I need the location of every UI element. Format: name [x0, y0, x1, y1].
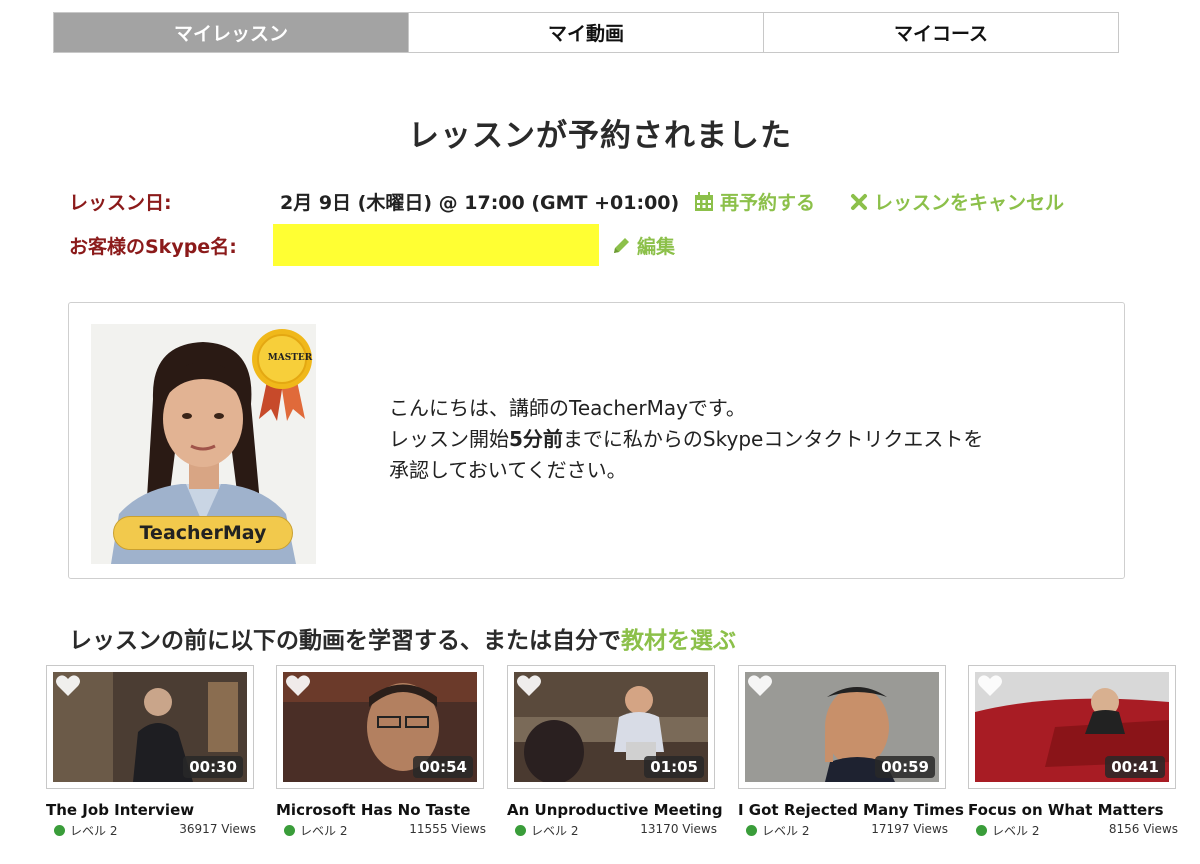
level-dot-icon [284, 825, 295, 836]
video-title[interactable]: The Job Interview [46, 801, 256, 819]
video-level-label: レベル 2 [70, 824, 118, 838]
edit-skype-link[interactable]: 編集 [611, 232, 675, 259]
tab-my-courses[interactable]: マイコース [763, 13, 1118, 52]
video-title[interactable]: Focus on What Matters [968, 801, 1178, 819]
tab-my-videos[interactable]: マイ動画 [408, 13, 763, 52]
message-text: レッスン開始 [389, 427, 509, 451]
teacher-photo[interactable]: MASTER TeacherMay [91, 324, 316, 564]
video-title[interactable]: An Unproductive Meeting [507, 801, 723, 819]
teacher-message: こんにちは、講師のTeacherMayです。 レッスン開始5分前までに私からのS… [389, 393, 983, 486]
video-level: レベル 2 [54, 822, 117, 839]
video-thumbnail[interactable]: 01:05 [507, 665, 715, 789]
lesson-date-value: 2月 9日 (木曜日) @ 17:00 (GMT +01:00) [280, 192, 680, 214]
video-level-label: レベル 2 [762, 824, 810, 838]
reschedule-label: 再予約する [720, 192, 816, 214]
video-duration: 00:30 [183, 756, 243, 778]
section-heading: レッスンの前に以下の動画を学習する、または自分で教材を選ぶ [69, 621, 736, 655]
video-thumbnail[interactable]: 00:59 [738, 665, 946, 789]
choose-material-link[interactable]: 教材を選ぶ [621, 628, 736, 654]
video-thumbnail[interactable]: 00:54 [276, 665, 484, 789]
teacher-message-line3: 承認しておいてください。 [389, 458, 627, 482]
close-icon [850, 193, 868, 211]
teacher-name-badge[interactable]: TeacherMay [113, 516, 293, 550]
page-title: レッスンが予約されました [408, 118, 792, 154]
heart-icon[interactable] [285, 674, 311, 698]
video-level: レベル 2 [746, 822, 809, 839]
video-views: 8156 Views [1108, 822, 1178, 836]
video-duration: 01:05 [644, 756, 704, 778]
video-card[interactable]: 01:05 An Unproductive Meeting レベル 2 1317… [507, 665, 723, 839]
video-views: 17197 Views [871, 822, 948, 836]
video-card[interactable]: 00:59 I Got Rejected Many Times レベル 2 17… [738, 665, 964, 839]
pencil-icon [611, 236, 631, 256]
cancel-lesson-link[interactable]: レッスンをキャンセル [850, 188, 1064, 215]
video-level-label: レベル 2 [300, 824, 348, 838]
skype-name-value [273, 224, 599, 266]
heart-icon[interactable] [55, 674, 81, 698]
video-meta: レベル 2 17197 Views [738, 822, 948, 839]
section-heading-text: レッスンの前に以下の動画を学習する、または自分で [69, 628, 621, 654]
skype-name-label: お客様のSkype名: [69, 236, 237, 258]
teacher-message-line1: こんにちは、講師のTeacherMayです。 [389, 396, 746, 420]
video-thumbnail[interactable]: 00:30 [46, 665, 254, 789]
level-dot-icon [515, 825, 526, 836]
heart-icon[interactable] [977, 674, 1003, 698]
teacher-card: MASTER TeacherMay こんにちは、講師のTeacherMayです。… [68, 302, 1125, 579]
level-dot-icon [54, 825, 65, 836]
heart-icon[interactable] [516, 674, 542, 698]
video-meta: レベル 2 36917 Views [46, 822, 256, 839]
video-views: 13170 Views [640, 822, 717, 836]
video-meta: レベル 2 11555 Views [276, 822, 486, 839]
video-meta: レベル 2 13170 Views [507, 822, 717, 839]
video-level: レベル 2 [976, 822, 1039, 839]
video-level-label: レベル 2 [531, 824, 579, 838]
video-title[interactable]: I Got Rejected Many Times [738, 801, 964, 819]
video-card[interactable]: 00:30 The Job Interview レベル 2 36917 View… [46, 665, 256, 839]
message-text: までに私からのSkypeコンタクトリクエストを [562, 427, 984, 451]
teacher-message-line2: レッスン開始5分前までに私からのSkypeコンタクトリクエストを [389, 424, 983, 455]
cancel-lesson-label: レッスンをキャンセル [874, 192, 1065, 214]
video-meta: レベル 2 8156 Views [968, 822, 1178, 839]
reschedule-link[interactable]: 再予約する [694, 188, 815, 215]
video-views: 36917 Views [179, 822, 256, 836]
lesson-date-label: レッスン日: [69, 192, 172, 214]
message-bold-text: 5分前 [509, 427, 563, 451]
video-level-label: レベル 2 [992, 824, 1040, 838]
master-badge-text: MASTER [267, 353, 313, 363]
video-card[interactable]: 00:41 Focus on What Matters レベル 2 8156 V… [968, 665, 1178, 839]
heart-icon[interactable] [747, 674, 773, 698]
video-duration: 00:41 [1105, 756, 1165, 778]
video-level: レベル 2 [284, 822, 347, 839]
video-duration: 00:59 [875, 756, 935, 778]
tab-my-lessons[interactable]: マイレッスン [54, 13, 408, 52]
tab-bar: マイレッスン マイ動画 マイコース [53, 12, 1119, 53]
video-level: レベル 2 [515, 822, 578, 839]
video-title[interactable]: Microsoft Has No Taste [276, 801, 486, 819]
level-dot-icon [976, 825, 987, 836]
edit-label: 編集 [637, 236, 676, 258]
video-card[interactable]: 00:54 Microsoft Has No Taste レベル 2 11555… [276, 665, 486, 839]
video-views: 11555 Views [409, 822, 486, 836]
video-thumbnail[interactable]: 00:41 [968, 665, 1176, 789]
level-dot-icon [746, 825, 757, 836]
calendar-icon [694, 191, 714, 212]
video-duration: 00:54 [413, 756, 473, 778]
